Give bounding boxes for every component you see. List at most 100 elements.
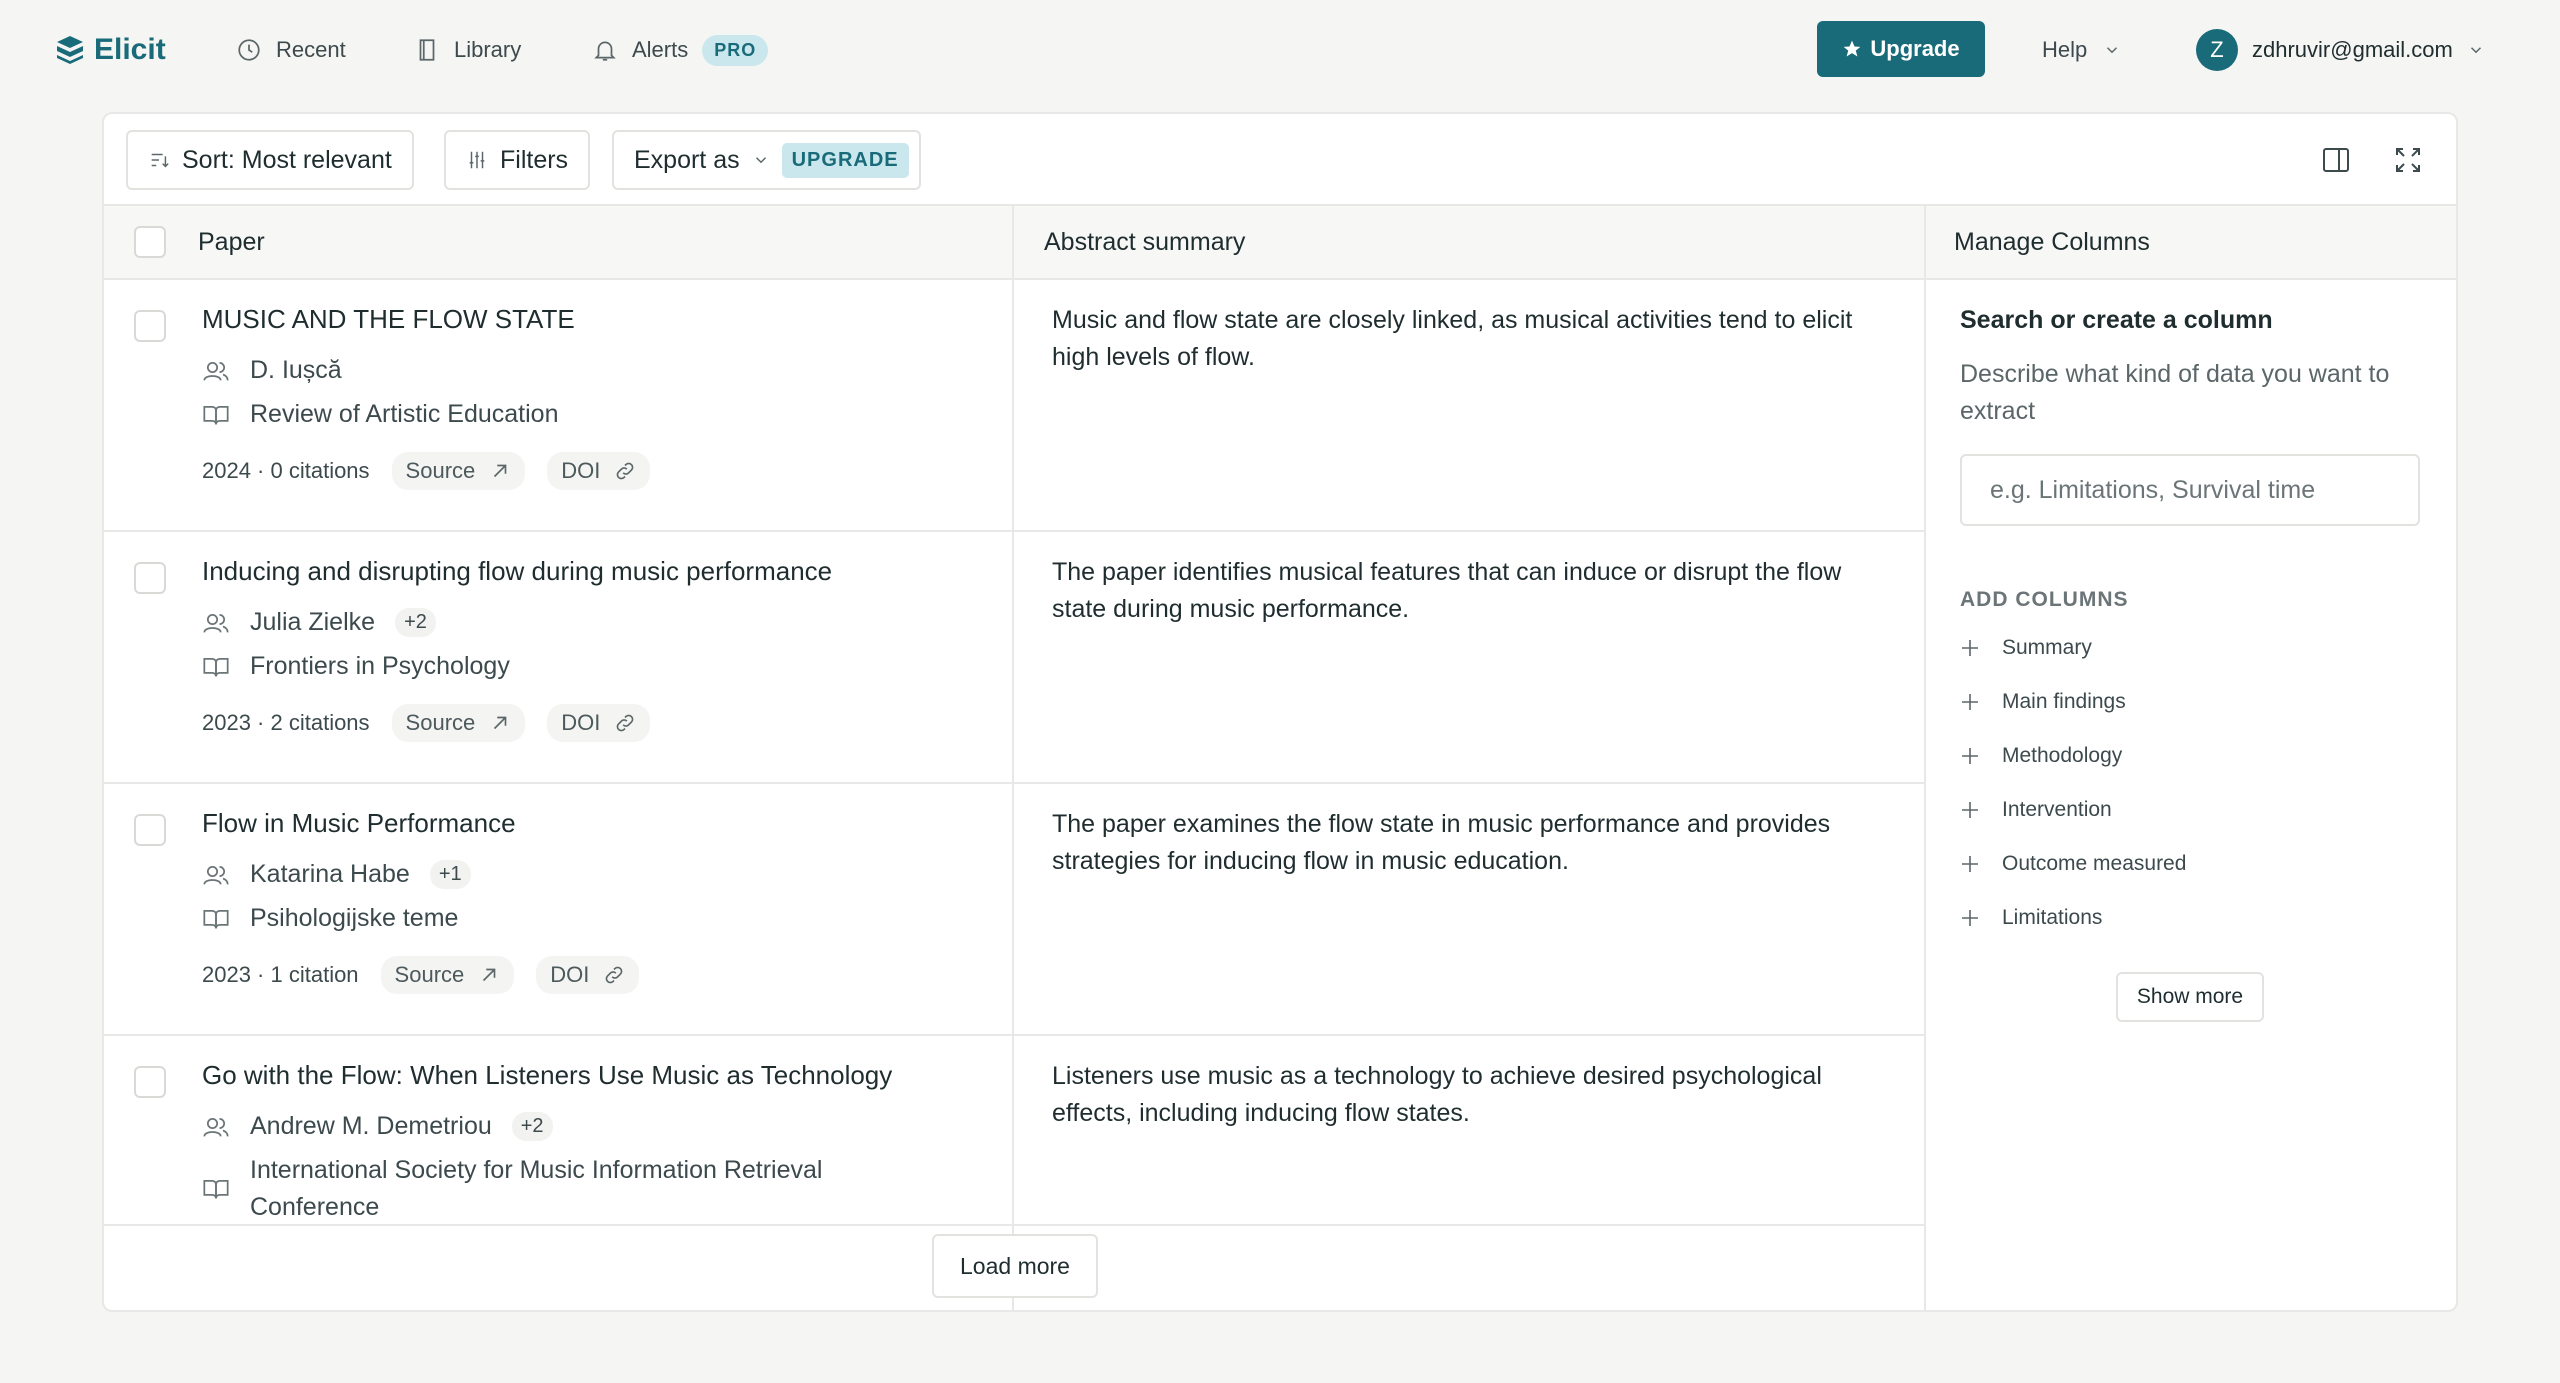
help-menu[interactable]: Help: [2042, 30, 2121, 70]
plus-icon: [1962, 748, 1978, 764]
year-citations: 2024 · 0 citations: [202, 458, 370, 483]
row-checkbox[interactable]: [134, 1066, 166, 1098]
nav-library[interactable]: Library: [414, 30, 521, 70]
user-email: zdhruvir@gmail.com: [2252, 37, 2453, 62]
show-more-button[interactable]: Show more: [2116, 972, 2264, 1022]
add-column-summary[interactable]: Summary: [1960, 628, 2092, 668]
source-link[interactable]: Source: [380, 956, 515, 994]
add-column-limitations[interactable]: Limitations: [1960, 898, 2102, 938]
doi-link[interactable]: DOI: [547, 452, 651, 490]
paper-authors: Julia Zielke +2: [202, 608, 436, 637]
row-checkbox[interactable]: [134, 310, 166, 342]
help-label: Help: [2042, 37, 2088, 62]
elicit-logo[interactable]: Elicit: [56, 28, 166, 72]
upgrade-label: Upgrade: [1870, 36, 1960, 61]
paper-title[interactable]: Flow in Music Performance: [202, 808, 516, 839]
external-arrow-icon: [483, 968, 496, 982]
column-search-input[interactable]: [1960, 454, 2420, 526]
filters-button[interactable]: Filters: [444, 130, 591, 190]
table-row: Flow in Music Performance Katarina Habe …: [104, 784, 1924, 1036]
paper-venue: International Society for Music Informat…: [202, 1152, 890, 1226]
add-column-main-findings[interactable]: Main findings: [1960, 682, 2126, 722]
plus-icon: [1962, 856, 1978, 872]
select-all-checkbox[interactable]: [134, 226, 166, 258]
venue-name: Frontiers in Psychology: [250, 652, 510, 680]
nav-alerts[interactable]: Alerts PRO: [592, 30, 769, 70]
load-more-button[interactable]: Load more: [932, 1234, 1098, 1298]
column-option-label: Outcome measured: [2002, 852, 2187, 875]
sliders-icon: [469, 151, 485, 169]
plus-icon: [1962, 694, 1978, 710]
link-icon: [617, 714, 634, 732]
row-checkbox[interactable]: [134, 562, 166, 594]
users-icon: [203, 865, 229, 885]
nav-library-label: Library: [454, 37, 522, 62]
extra-authors-badge[interactable]: +1: [429, 860, 471, 889]
link-icon: [606, 966, 623, 984]
source-link[interactable]: Source: [391, 704, 526, 742]
column-option-label: Main findings: [2002, 690, 2126, 713]
upgrade-button[interactable]: Upgrade: [1817, 21, 1985, 77]
doi-label: DOI: [550, 962, 590, 987]
expand-icon: [2396, 148, 2420, 172]
nav-recent-label: Recent: [276, 37, 346, 62]
manage-columns-title: Manage Columns: [1954, 227, 2150, 256]
column-header-abstract[interactable]: Abstract summary: [1044, 206, 1245, 278]
add-column-methodology[interactable]: Methodology: [1960, 736, 2122, 776]
table-header: Paper Abstract summary Manage Columns: [104, 206, 2456, 280]
sidebar-panel-icon: [2323, 148, 2349, 172]
fullscreen-button[interactable]: [2388, 140, 2428, 180]
extra-authors-badge[interactable]: +2: [511, 1112, 553, 1141]
book-icon: [419, 39, 435, 61]
external-arrow-icon: [494, 464, 507, 478]
add-columns-label: ADD COLUMNS: [1960, 588, 2129, 611]
source-link[interactable]: Source: [391, 452, 526, 490]
column-option-label: Methodology: [2002, 744, 2123, 767]
source-label: Source: [405, 710, 476, 735]
export-button[interactable]: Export as UPGRADE: [612, 130, 921, 190]
author-name: D. Iușcă: [250, 356, 342, 384]
paper-title[interactable]: Go with the Flow: When Listeners Use Mus…: [202, 1060, 892, 1091]
column-search-title: Search or create a column: [1960, 306, 2273, 334]
source-label: Source: [394, 962, 465, 987]
paper-title[interactable]: MUSIC AND THE FLOW STATE: [202, 304, 575, 335]
venue-name: Psihologijske teme: [250, 904, 459, 932]
column-header-paper[interactable]: Paper: [198, 206, 265, 278]
abstract-summary: The paper identifies musical features th…: [1052, 558, 1842, 623]
table-row: MUSIC AND THE FLOW STATE D. Iușcă Review…: [104, 280, 1924, 532]
row-checkbox[interactable]: [134, 814, 166, 846]
add-column-intervention[interactable]: Intervention: [1960, 790, 2112, 830]
extra-authors-badge[interactable]: +2: [395, 608, 436, 637]
doi-label: DOI: [561, 710, 601, 735]
venue-name: International Society for Music Informat…: [250, 1156, 823, 1221]
nav-recent[interactable]: Recent: [236, 30, 346, 70]
chevron-down-icon: [2470, 47, 2481, 54]
table-row: Inducing and disrupting flow during musi…: [104, 532, 1924, 784]
panel-divider: [1924, 206, 1926, 1310]
avatar: Z: [2196, 29, 2238, 71]
paper-stats: 2023 · 1 citation Source DOI: [202, 956, 640, 994]
sort-button[interactable]: Sort: Most relevant: [126, 130, 414, 190]
open-book-icon: [203, 1179, 229, 1199]
column-option-label: Summary: [2002, 636, 2092, 659]
paper-venue: Review of Artistic Education: [202, 400, 558, 429]
source-label: Source: [405, 458, 476, 483]
top-nav: Elicit Recent Library Alerts PRO Upgrade…: [0, 0, 2560, 100]
table-row: Go with the Flow: When Listeners Use Mus…: [104, 1036, 1924, 1224]
paper-title[interactable]: Inducing and disrupting flow during musi…: [202, 556, 832, 587]
paper-venue: Psihologijske teme: [202, 904, 458, 933]
user-menu[interactable]: Z zdhruvir@gmail.com: [2196, 27, 2485, 73]
toggle-panel-button[interactable]: [2316, 140, 2356, 180]
abstract-summary: Music and flow state are closely linked,…: [1052, 306, 1853, 371]
doi-link[interactable]: DOI: [547, 704, 651, 742]
doi-link[interactable]: DOI: [536, 956, 640, 994]
open-book-icon: [203, 909, 229, 928]
open-book-icon: [203, 405, 229, 424]
clock-icon: [238, 39, 260, 61]
plus-icon: [1962, 640, 1978, 656]
paper-stats: 2023 · 2 citations Source DOI: [202, 704, 651, 742]
author-name: Andrew M. Demetriou: [250, 1112, 492, 1140]
paper-authors: Andrew M. Demetriou +2: [202, 1112, 553, 1141]
add-column-outcome-measured[interactable]: Outcome measured: [1960, 844, 2186, 884]
select-all-cell: [134, 206, 166, 278]
